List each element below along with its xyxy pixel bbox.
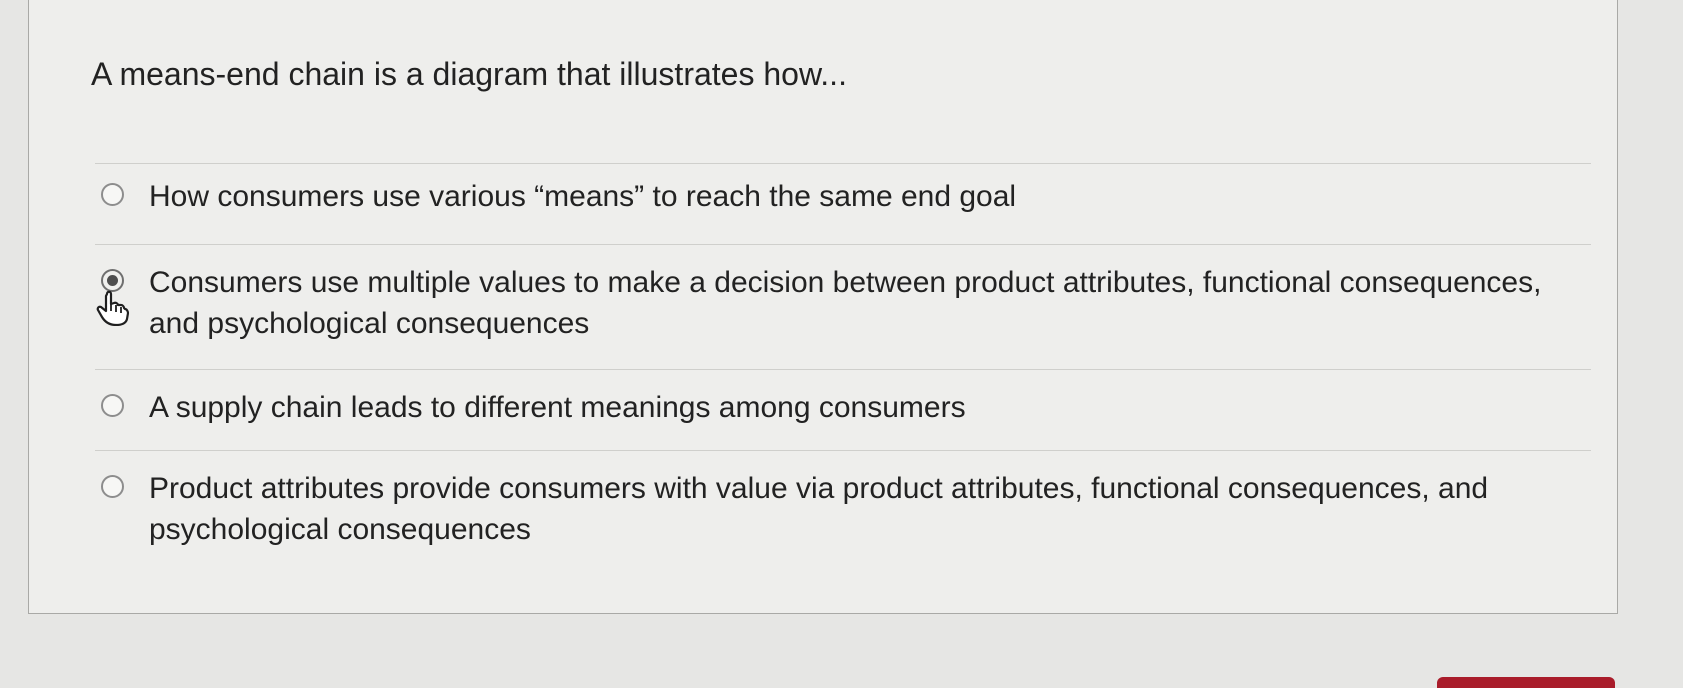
answer-radio-1[interactable] (101, 183, 124, 206)
answer-divider (95, 450, 1591, 451)
question-panel: A means-end chain is a diagram that illu… (28, 0, 1618, 614)
answer-label-4: Product attributes provide consumers wit… (149, 472, 1489, 546)
answer-label-3: A supply chain leads to different meanin… (149, 391, 966, 424)
answer-radio-3[interactable] (101, 394, 124, 417)
answer-divider (95, 244, 1591, 245)
answer-label-2: Consumers use multiple values to make a … (149, 266, 1542, 340)
pointer-hand-icon (96, 290, 129, 326)
answer-radio-4[interactable] (101, 475, 124, 498)
answer-divider (95, 163, 1591, 164)
question-text: A means-end chain is a diagram that illu… (91, 56, 847, 92)
footer-button[interactable] (1437, 677, 1615, 688)
answer-divider (95, 369, 1591, 370)
answer-label-1: How consumers use various “means” to rea… (149, 180, 1017, 213)
